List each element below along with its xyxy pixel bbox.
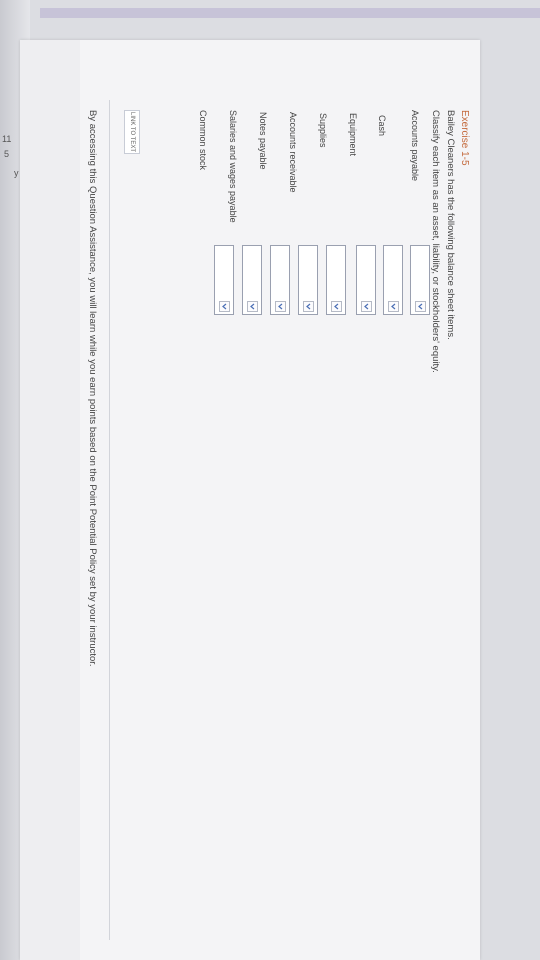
classification-select[interactable] xyxy=(270,245,290,315)
chevron-down-icon[interactable] xyxy=(388,301,399,312)
item-label: Common stock xyxy=(198,110,208,171)
link-to-text-button[interactable]: LINK TO TEXT xyxy=(124,110,140,154)
edge-glyph: 11 xyxy=(2,134,12,144)
classification-select[interactable] xyxy=(356,245,376,315)
header-bar xyxy=(40,8,540,18)
classification-select[interactable] xyxy=(410,245,430,315)
item-label: Supplies xyxy=(318,113,328,148)
item-label: Salaries and wages payable xyxy=(228,110,238,223)
classification-select[interactable] xyxy=(383,245,403,315)
classification-select[interactable] xyxy=(326,245,346,315)
chevron-down-icon[interactable] xyxy=(331,301,342,312)
chevron-down-icon[interactable] xyxy=(247,301,258,312)
item-label: Equipment xyxy=(348,113,358,157)
classification-select[interactable] xyxy=(298,245,318,315)
classification-select[interactable] xyxy=(242,245,262,315)
chevron-down-icon[interactable] xyxy=(361,301,372,312)
assistance-note: By accessing this Question Assistance, y… xyxy=(87,110,98,667)
chevron-down-icon[interactable] xyxy=(219,301,230,312)
chevron-down-icon[interactable] xyxy=(275,301,286,312)
exercise-instruction: Classify each item as an asset, liabilit… xyxy=(430,110,441,373)
item-label: Accounts payable xyxy=(410,110,420,182)
item-label: Notes payable xyxy=(258,112,268,170)
exercise-page: Exercise 1-5 Bailey Cleaners has the fol… xyxy=(20,40,480,960)
exercise-title: Exercise 1-5 xyxy=(459,110,470,166)
chevron-down-icon[interactable] xyxy=(303,301,314,312)
chevron-down-icon[interactable] xyxy=(415,301,426,312)
divider xyxy=(109,100,110,940)
edge-glyph: 5 xyxy=(4,149,10,159)
edge-glyph: y xyxy=(14,168,19,178)
classification-select[interactable] xyxy=(214,245,234,315)
footer-area xyxy=(20,40,80,960)
list-item: Common stock xyxy=(190,110,212,410)
item-label: Cash xyxy=(377,115,387,137)
item-label: Accounts receivable xyxy=(288,112,298,193)
exercise-intro: Bailey Cleaners has the following balanc… xyxy=(445,110,456,340)
